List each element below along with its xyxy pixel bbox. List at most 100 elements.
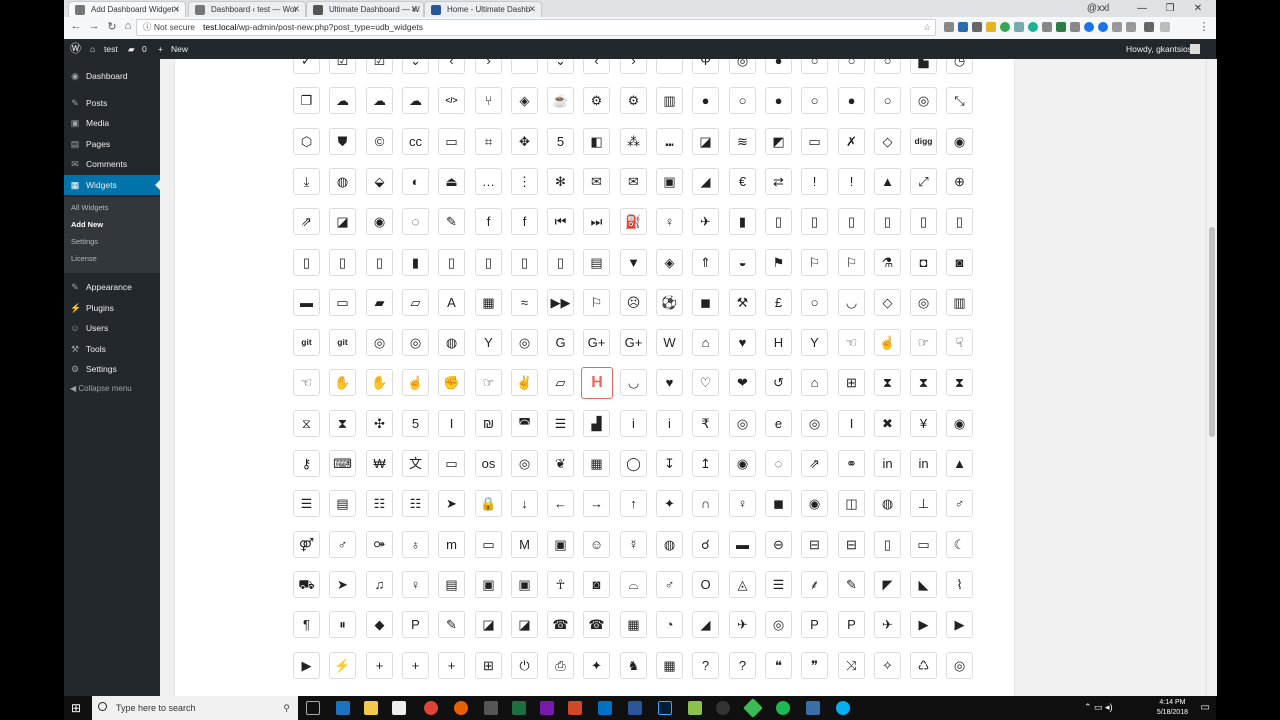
browser-tab[interactable]: Add Dashboard Widget ‹ ✕: [68, 1, 186, 17]
powerpoint-icon[interactable]: [568, 701, 582, 715]
comment-icon[interactable]: ▰: [128, 39, 135, 59]
notepad-icon[interactable]: [688, 701, 702, 715]
search-placeholder: Type here to search: [116, 703, 196, 713]
excel-icon[interactable]: [512, 701, 526, 715]
browser-tab[interactable]: Ultimate Dashboard — W ✕: [306, 1, 424, 17]
page-scrollbar[interactable]: [1206, 59, 1217, 696]
browser-tab[interactable]: Home - Ultimate Dashb ✕: [424, 1, 542, 17]
maximize-icon[interactable]: ❐: [1156, 0, 1184, 17]
close-tab-icon[interactable]: ✕: [292, 2, 300, 17]
photoshop-icon[interactable]: [658, 701, 672, 715]
extension-icon[interactable]: [958, 22, 968, 32]
home-icon[interactable]: ⌂: [120, 20, 136, 32]
sidebar-item-comments[interactable]: ✉ Comments: [64, 154, 160, 174]
sidebar-item-dashboard[interactable]: ◉ Dashboard: [64, 66, 160, 86]
icon-option-glyph: ♀: [729, 490, 756, 517]
tab-title: Home - Ultimate Dashb: [447, 5, 531, 14]
system-tray-icon[interactable]: ⌃ ▭ ◂): [1084, 702, 1113, 713]
wordpress-logo-icon[interactable]: Ⓦ: [70, 39, 81, 59]
microphone-icon[interactable]: ⚲: [283, 696, 290, 720]
extension-icon[interactable]: [1000, 22, 1010, 32]
profile-label[interactable]: @xxl: [1084, 0, 1112, 17]
sidebar-item-plugins[interactable]: ⚡ Plugins: [64, 298, 160, 318]
icon-option-glyph: ⛟: [293, 571, 320, 598]
home-icon[interactable]: ⌂: [90, 39, 95, 59]
app-icon[interactable]: [806, 701, 820, 715]
site-name-link[interactable]: test: [104, 39, 118, 59]
extension-icon[interactable]: [1028, 22, 1038, 32]
skype-icon[interactable]: [836, 701, 850, 715]
close-window-icon[interactable]: ✕: [1184, 0, 1212, 17]
windows-start-icon[interactable]: ⊞: [71, 701, 81, 715]
task-view-icon[interactable]: [306, 701, 320, 715]
greeting-text[interactable]: Howdy, gkantsios: [1126, 39, 1192, 59]
file-explorer-icon[interactable]: [364, 701, 378, 715]
new-link[interactable]: New: [171, 39, 188, 59]
firefox-icon[interactable]: [454, 701, 468, 715]
comments-count[interactable]: 0: [142, 39, 147, 59]
extension-icon[interactable]: [1144, 22, 1154, 32]
icon-option-glyph: ✎: [838, 571, 865, 598]
extension-icon[interactable]: [986, 22, 996, 32]
submenu-item-all-widgets[interactable]: All Widgets: [71, 203, 109, 212]
icon-option-glyph: ▯: [293, 249, 320, 276]
onenote-icon[interactable]: [540, 701, 554, 715]
minimize-icon[interactable]: —: [1128, 0, 1156, 17]
chrome-icon[interactable]: [424, 701, 438, 715]
icon-option-glyph: ▯: [874, 208, 901, 235]
clock[interactable]: 4:14 PM 5/18/2018: [1157, 698, 1188, 718]
extension-icon[interactable]: [1070, 22, 1080, 32]
extension-icon[interactable]: [1084, 22, 1094, 32]
app-icon[interactable]: [484, 701, 498, 715]
store-icon[interactable]: [392, 701, 406, 715]
edge-icon[interactable]: [336, 701, 350, 715]
avatar[interactable]: [1190, 44, 1200, 54]
outlook-icon[interactable]: [598, 701, 612, 715]
sidebar-item-users[interactable]: ☺ Users: [64, 318, 160, 338]
spotify-icon[interactable]: [776, 701, 790, 715]
extension-icon[interactable]: [1112, 22, 1122, 32]
icon-option-glyph: ✈: [874, 611, 901, 638]
close-tab-icon[interactable]: ✕: [410, 2, 418, 17]
plus-icon[interactable]: +: [158, 39, 163, 59]
extension-icon[interactable]: [1098, 22, 1108, 32]
submenu-item-settings[interactable]: Settings: [71, 237, 98, 246]
bookmark-star-icon[interactable]: ☆: [923, 20, 931, 35]
notifications-icon[interactable]: ▭: [1201, 702, 1210, 713]
collapse-menu-button[interactable]: ◀ Collapse menu: [70, 384, 132, 393]
sidebar-item-posts[interactable]: ✎ Posts: [64, 93, 160, 113]
sidebar-item-widgets[interactable]: ▦ Widgets: [64, 175, 160, 195]
menu-dots-icon[interactable]: ⋮: [1196, 20, 1212, 33]
sidebar-item-pages[interactable]: ▤ Pages: [64, 134, 160, 154]
extension-icon[interactable]: [1014, 22, 1024, 32]
close-tab-icon[interactable]: ✕: [172, 2, 180, 17]
browser-tab[interactable]: Dashboard ‹ test — Wor ✕: [188, 1, 306, 17]
sidebar-item-appearance[interactable]: ✎ Appearance: [64, 277, 160, 297]
address-bar[interactable]: ⓘ Not secure test.local/wp-admin/post-ne…: [136, 19, 936, 36]
scrollbar-thumb[interactable]: [1209, 227, 1215, 437]
extension-icon[interactable]: [1160, 22, 1170, 32]
icon-option-glyph: ▯: [874, 531, 901, 558]
submenu-item-add-new[interactable]: Add New: [71, 220, 103, 229]
forward-icon[interactable]: →: [86, 20, 102, 32]
icon-option-glyph: ✻: [547, 168, 574, 195]
icon-option-glyph: ▯: [801, 208, 828, 235]
sidebar-item-media[interactable]: ▣ Media: [64, 113, 160, 133]
extension-icon[interactable]: [972, 22, 982, 32]
extension-icon[interactable]: [1056, 22, 1066, 32]
sidebar-item-tools[interactable]: ⚒ Tools: [64, 339, 160, 359]
extension-icon[interactable]: [944, 22, 954, 32]
close-tab-icon[interactable]: ✕: [528, 2, 536, 17]
icon-option-glyph: ◎: [910, 87, 937, 114]
extension-icon[interactable]: [1042, 22, 1052, 32]
app-icon[interactable]: [716, 701, 730, 715]
icon-option-glyph: ▯: [765, 208, 792, 235]
app-icon[interactable]: [743, 698, 763, 718]
back-icon[interactable]: ←: [68, 20, 84, 32]
reload-icon[interactable]: ↻: [104, 20, 120, 33]
taskbar-search-box[interactable]: Type here to search ⚲: [92, 696, 298, 720]
sidebar-item-settings[interactable]: ⚙ Settings: [64, 359, 160, 379]
extension-icon[interactable]: [1126, 22, 1136, 32]
word-icon[interactable]: [628, 701, 642, 715]
submenu-item-license[interactable]: License: [71, 254, 97, 263]
